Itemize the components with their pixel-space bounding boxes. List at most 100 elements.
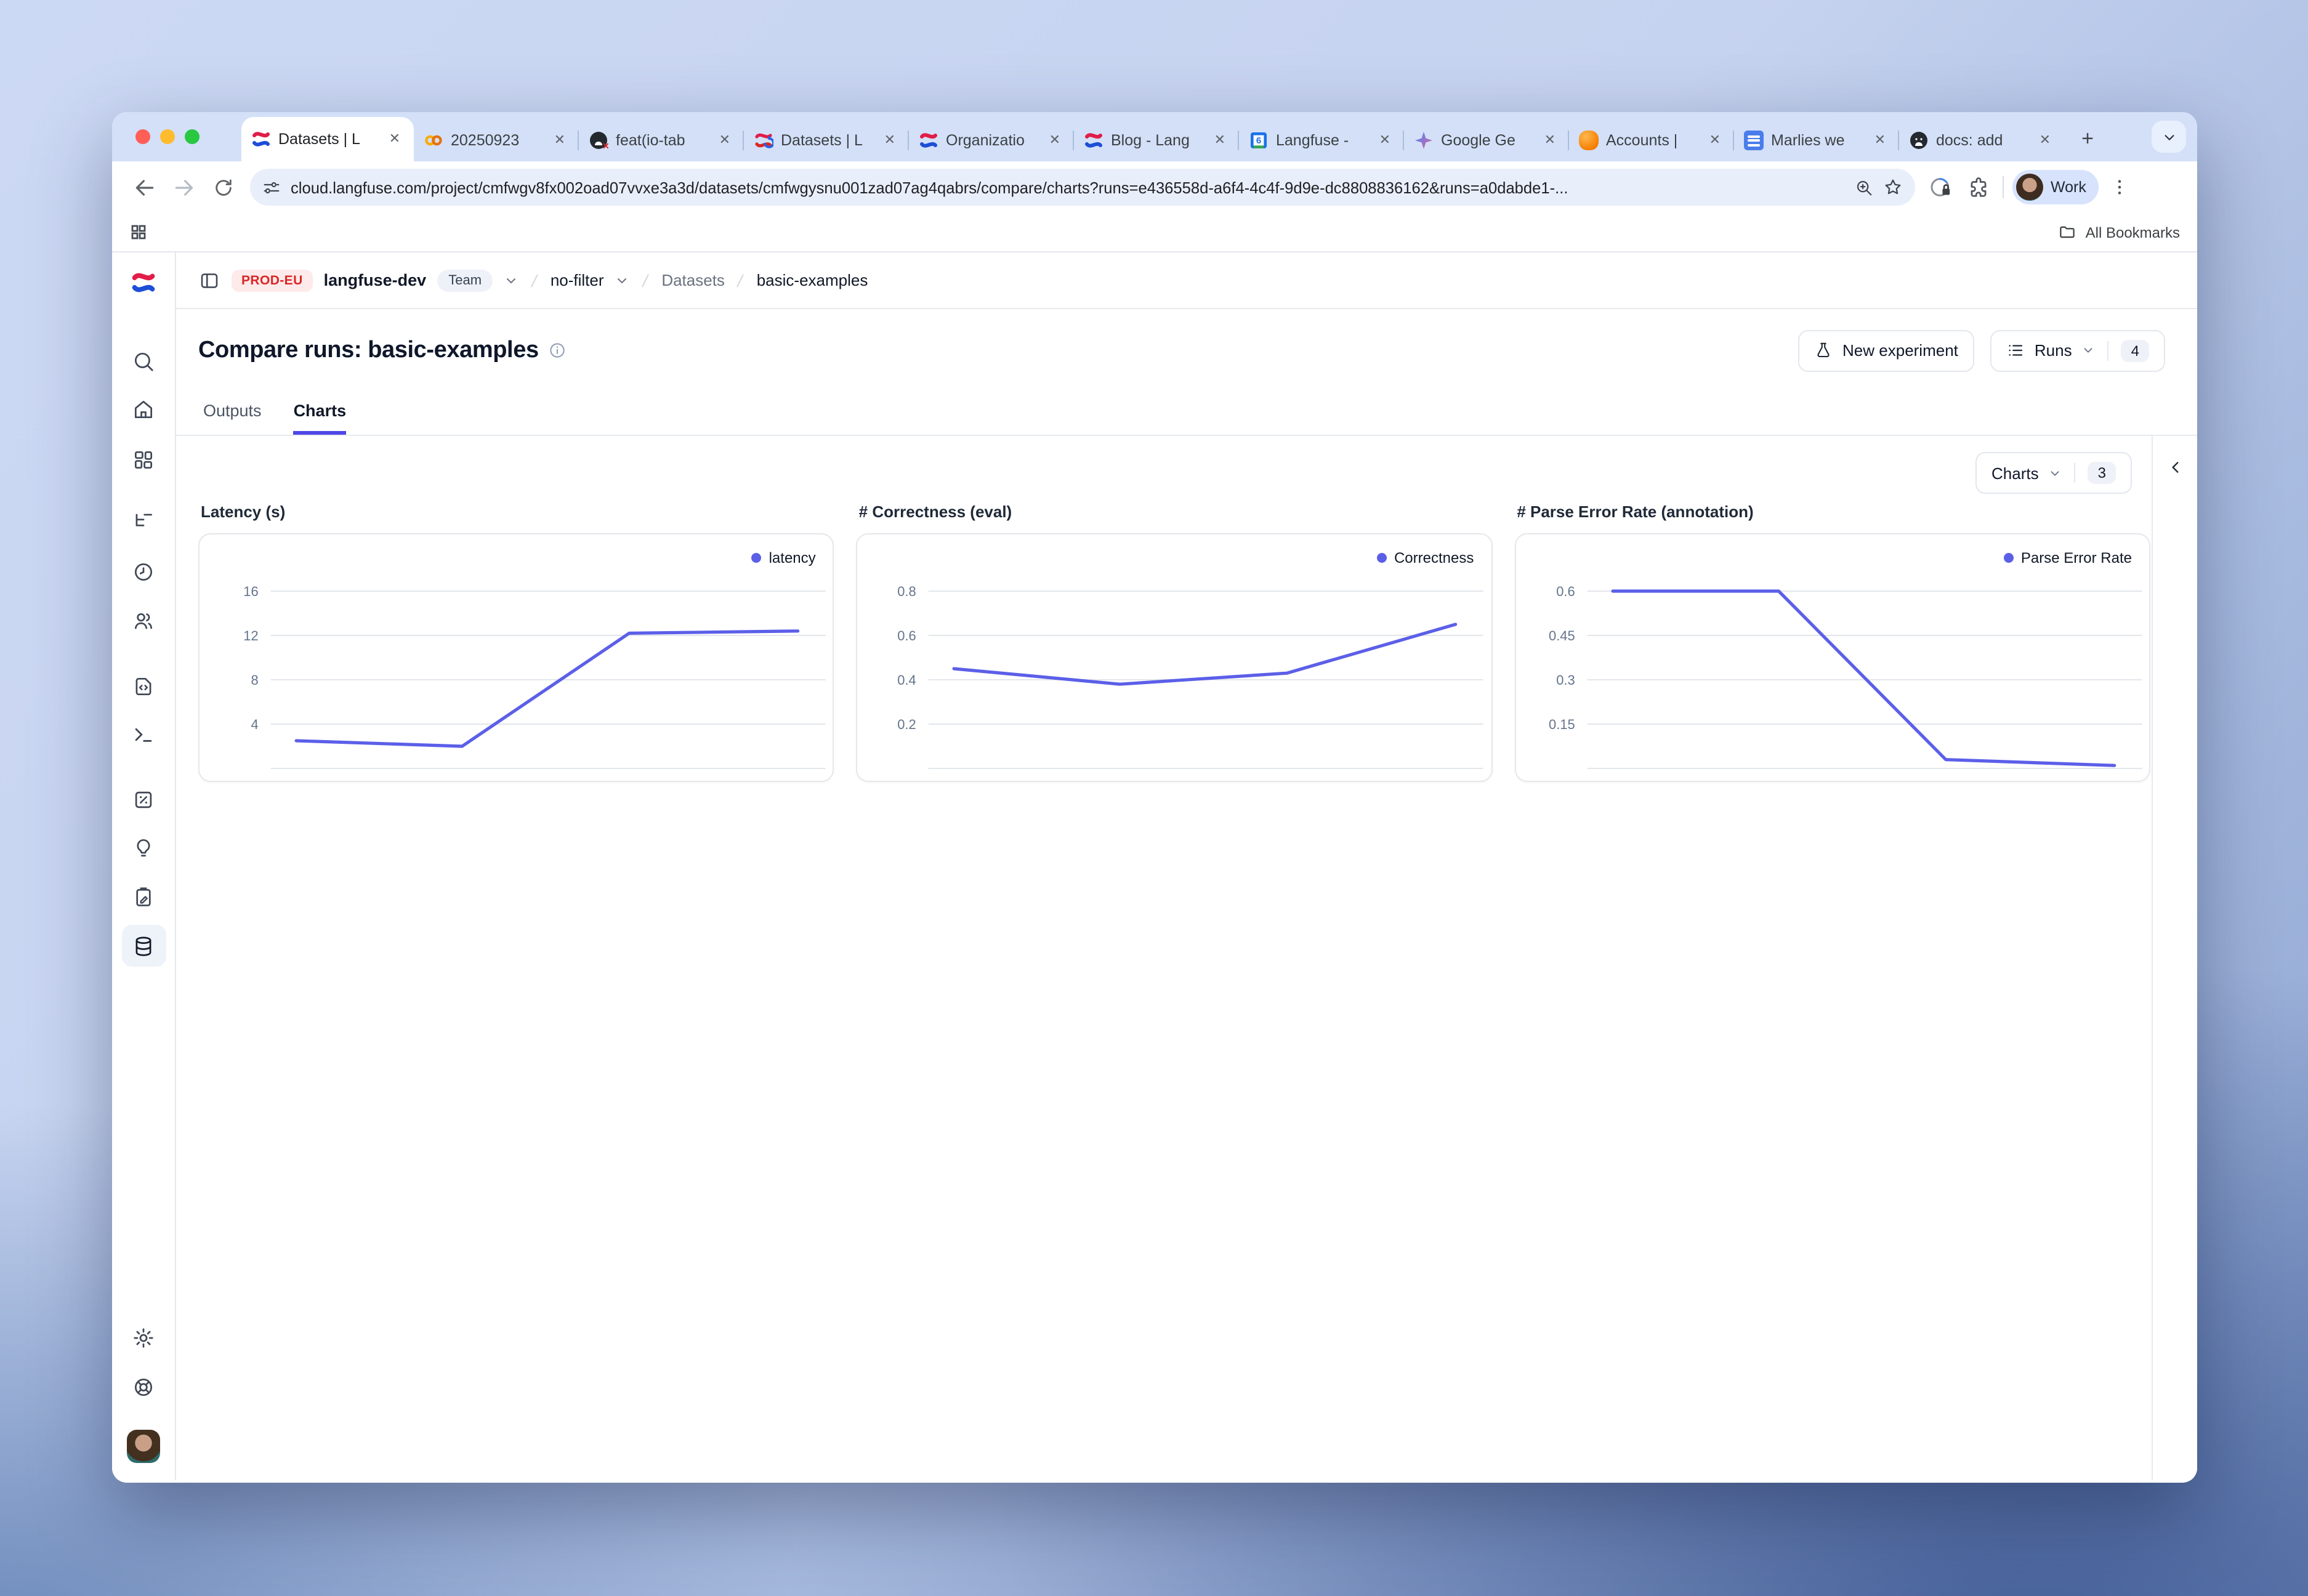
apps-grid-icon[interactable] — [129, 223, 148, 241]
browser-tab-github-pr[interactable]: ✕ feat(io-tab ✕ — [579, 119, 744, 161]
close-tab-icon[interactable]: ✕ — [385, 131, 404, 147]
collapse-panel-button[interactable] — [2159, 451, 2191, 483]
legend-dot-icon — [1377, 553, 1387, 563]
sidebar-item-playground[interactable] — [121, 715, 166, 752]
app-main: PROD-EU langfuse-dev Team / no-filter / … — [176, 252, 2197, 1480]
browser-tab-blog[interactable]: Blog - Lang ✕ — [1074, 119, 1239, 161]
bookmark-star-icon[interactable] — [1883, 177, 1903, 197]
breadcrumb-datasets-link[interactable]: Datasets — [661, 271, 725, 289]
sidebar-item-sessions[interactable] — [121, 553, 166, 590]
browser-tab-datasets-active[interactable]: Datasets | L ✕ — [241, 117, 414, 161]
close-tab-icon[interactable]: ✕ — [1541, 132, 1559, 148]
url-text[interactable]: cloud.langfuse.com/project/cmfwgv8fx002o… — [291, 178, 1845, 196]
org-name[interactable]: langfuse-dev — [324, 271, 427, 289]
privacy-lock-icon[interactable] — [1925, 171, 1957, 203]
sidebar-rail — [112, 252, 176, 1480]
extensions-puzzle-icon[interactable] — [1962, 171, 1994, 203]
browser-tab-datasets-2[interactable]: Datasets | L ✕ — [744, 119, 909, 161]
address-bar[interactable]: cloud.langfuse.com/project/cmfwgv8fx002o… — [250, 169, 1915, 206]
colab-favicon-icon — [424, 131, 443, 150]
all-bookmarks-button[interactable]: All Bookmarks — [2059, 223, 2180, 241]
svg-text:0.3: 0.3 — [1556, 672, 1575, 688]
environment-badge[interactable]: PROD-EU — [232, 269, 313, 291]
langfuse-favicon-icon — [251, 129, 271, 149]
toolbar-divider — [2003, 176, 2004, 198]
sidebar-item-home[interactable] — [121, 390, 166, 427]
zoom-icon[interactable] — [1855, 178, 1873, 196]
tab-charts[interactable]: Charts — [294, 401, 347, 435]
close-tab-icon[interactable]: ✕ — [716, 132, 734, 148]
correctness-line-chart: 0.80.60.40.2 — [858, 534, 1491, 781]
tab-title: Organizatio — [946, 132, 1038, 149]
browser-menu-kebab-icon[interactable] — [2104, 171, 2136, 203]
info-icon[interactable] — [549, 341, 567, 360]
close-tab-icon[interactable]: ✕ — [1871, 132, 1889, 148]
charts-dropdown-button[interactable]: Charts 3 — [1975, 452, 2132, 494]
breadcrumb-separator: / — [528, 270, 542, 290]
sidebar-item-dashboards[interactable] — [121, 441, 166, 478]
site-settings-icon[interactable] — [262, 178, 281, 196]
sidebar-item-prompts[interactable] — [121, 667, 166, 704]
github-favicon-icon — [1909, 131, 1929, 150]
new-experiment-label: New experiment — [1842, 341, 1958, 360]
sidebar-toggle-icon[interactable] — [198, 269, 220, 291]
sidebar-item-users[interactable] — [121, 602, 166, 639]
sidebar-item-evaluations[interactable] — [121, 781, 166, 818]
view-tabs: Outputs Charts — [176, 392, 2197, 436]
flask-icon — [1814, 341, 1833, 360]
sidebar-item-insights[interactable] — [121, 829, 166, 866]
forward-button[interactable] — [166, 170, 201, 204]
chevron-left-icon — [2167, 459, 2183, 475]
close-tab-icon[interactable]: ✕ — [1046, 132, 1064, 148]
close-tab-icon[interactable]: ✕ — [881, 132, 899, 148]
runs-dropdown-button[interactable]: Runs 4 — [1990, 329, 2165, 371]
tab-outputs[interactable]: Outputs — [203, 401, 262, 435]
tab-search-button[interactable] — [2152, 121, 2186, 153]
charts-dropdown-label: Charts — [1991, 464, 2039, 482]
close-tab-icon[interactable]: ✕ — [1211, 132, 1229, 148]
close-tab-icon[interactable]: ✕ — [2036, 132, 2054, 148]
breadcrumb-separator: / — [639, 270, 653, 290]
accounts-favicon-icon — [1579, 131, 1599, 150]
browser-tab-notes[interactable]: Marlies we ✕ — [1734, 119, 1899, 161]
sidebar-item-settings[interactable] — [121, 1319, 166, 1356]
list-favicon-icon — [1744, 131, 1764, 150]
reload-button[interactable] — [206, 170, 240, 204]
sidebar-item-support[interactable] — [121, 1368, 166, 1405]
new-tab-button[interactable]: + — [2072, 123, 2104, 155]
langfuse-logo[interactable] — [121, 264, 166, 300]
profile-chip[interactable]: Work — [2012, 170, 2099, 204]
browser-toolbar: cloud.langfuse.com/project/cmfwgv8fx002o… — [112, 161, 2197, 213]
sidebar-item-annotation-queues[interactable] — [121, 878, 166, 915]
sidebar-item-tracing[interactable] — [121, 502, 166, 539]
svg-text:12: 12 — [243, 628, 258, 643]
close-tab-icon[interactable]: ✕ — [1376, 132, 1394, 148]
browser-tab-gemini[interactable]: Google Ge ✕ — [1404, 119, 1569, 161]
svg-text:16: 16 — [243, 584, 258, 599]
maximize-window-button[interactable] — [185, 129, 200, 144]
org-switcher-chevron-icon[interactable] — [504, 273, 518, 288]
langfuse-app: PROD-EU langfuse-dev Team / no-filter / … — [112, 252, 2197, 1480]
browser-tab-organization[interactable]: Organizatio ✕ — [909, 119, 1074, 161]
project-switcher-chevron-icon[interactable] — [615, 273, 630, 288]
browser-tab-accounts[interactable]: Accounts | ✕ — [1569, 119, 1734, 161]
browser-tab-calendar[interactable]: 6 Langfuse - ✕ — [1239, 119, 1404, 161]
browser-tab-docs[interactable]: docs: add ✕ — [1899, 119, 2064, 161]
close-tab-icon[interactable]: ✕ — [1706, 132, 1724, 148]
button-divider — [2108, 341, 2109, 360]
breadcrumb-current-item[interactable]: basic-examples — [757, 271, 868, 289]
new-experiment-button[interactable]: New experiment — [1798, 329, 1974, 371]
user-avatar[interactable] — [127, 1430, 160, 1463]
list-icon — [2006, 341, 2025, 360]
minimize-window-button[interactable] — [160, 129, 175, 144]
svg-text:8: 8 — [251, 672, 258, 688]
close-window-button[interactable] — [135, 129, 150, 144]
langfuse-sync-favicon-icon — [754, 131, 773, 150]
svg-text:0.45: 0.45 — [1548, 628, 1575, 643]
sidebar-item-datasets[interactable] — [121, 925, 166, 967]
sidebar-item-search[interactable] — [121, 342, 166, 379]
project-name[interactable]: no-filter — [551, 271, 604, 289]
close-tab-icon[interactable]: ✕ — [551, 132, 569, 148]
browser-tab-colab[interactable]: 20250923 ✕ — [414, 119, 579, 161]
back-button[interactable] — [127, 170, 161, 204]
